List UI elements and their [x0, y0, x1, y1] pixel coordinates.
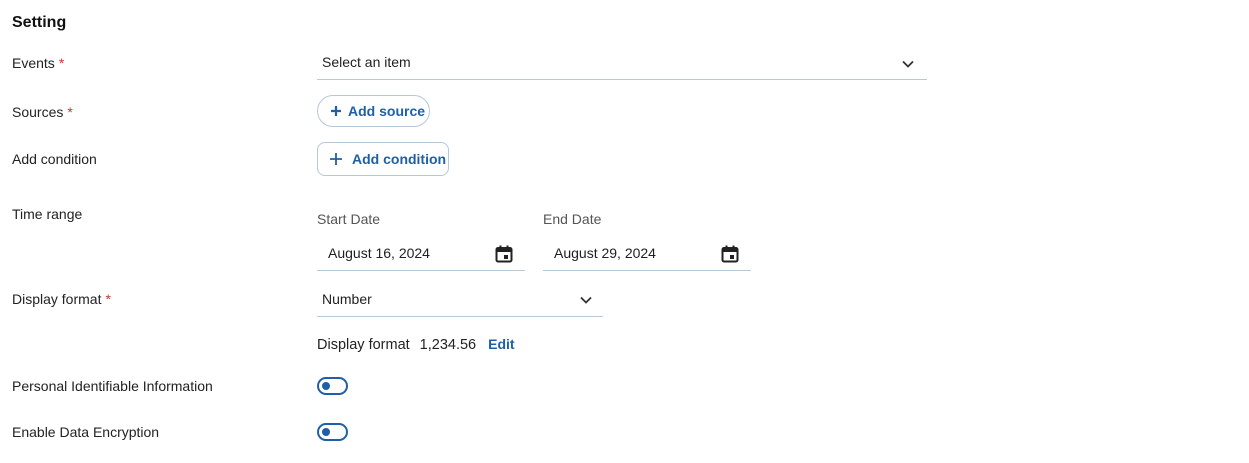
- display-format-preview-label: Display format: [317, 337, 410, 353]
- events-label-text: Events: [12, 55, 55, 71]
- start-date-value: August 16, 2024: [328, 245, 430, 261]
- calendar-icon[interactable]: [721, 245, 739, 263]
- chevron-down-icon: [580, 296, 592, 304]
- start-date-field[interactable]: August 16, 2024: [317, 237, 525, 271]
- display-format-preview-value: 1,234.56: [419, 337, 477, 353]
- end-date-field[interactable]: August 29, 2024: [543, 237, 751, 271]
- pii-label: Personal Identifiable Information: [12, 378, 213, 394]
- add-source-label: Add source: [348, 103, 426, 119]
- required-asterisk: *: [105, 291, 111, 307]
- condition-label: Add condition: [12, 151, 97, 167]
- start-date-caption: Start Date: [317, 211, 381, 227]
- section-title: Setting: [12, 14, 67, 31]
- display-format-label: Display format *: [12, 291, 111, 307]
- sources-label: Sources *: [12, 104, 73, 120]
- plus-icon: [331, 106, 341, 116]
- end-date-value: August 29, 2024: [554, 245, 656, 261]
- add-condition-label: Add condition: [352, 151, 447, 167]
- pii-toggle[interactable]: [317, 377, 348, 395]
- edit-display-format-link[interactable]: Edit: [488, 336, 514, 352]
- sources-label-text: Sources: [12, 104, 64, 120]
- toggle-knob: [322, 428, 330, 436]
- encryption-toggle[interactable]: [317, 423, 348, 441]
- events-select-value: Select an item: [322, 54, 411, 70]
- display-format-value: Number: [322, 291, 372, 307]
- required-asterisk: *: [58, 55, 65, 71]
- chevron-down-icon: [902, 60, 914, 68]
- display-format-preview: Display format 1,234.56 Edit: [317, 336, 515, 353]
- encryption-label: Enable Data Encryption: [12, 424, 160, 440]
- end-date-caption: End Date: [543, 211, 602, 227]
- events-select[interactable]: Select an item: [317, 45, 927, 80]
- display-format-label-text: Display format: [12, 291, 102, 307]
- add-condition-button[interactable]: Add condition: [317, 142, 449, 176]
- required-asterisk: *: [67, 104, 73, 120]
- add-source-button[interactable]: Add source: [317, 95, 430, 127]
- calendar-icon[interactable]: [495, 245, 513, 263]
- toggle-knob: [322, 382, 330, 390]
- time-range-label: Time range: [12, 206, 83, 222]
- events-label: Events *: [12, 55, 64, 71]
- display-format-select[interactable]: Number: [317, 282, 603, 317]
- plus-icon: [330, 153, 342, 165]
